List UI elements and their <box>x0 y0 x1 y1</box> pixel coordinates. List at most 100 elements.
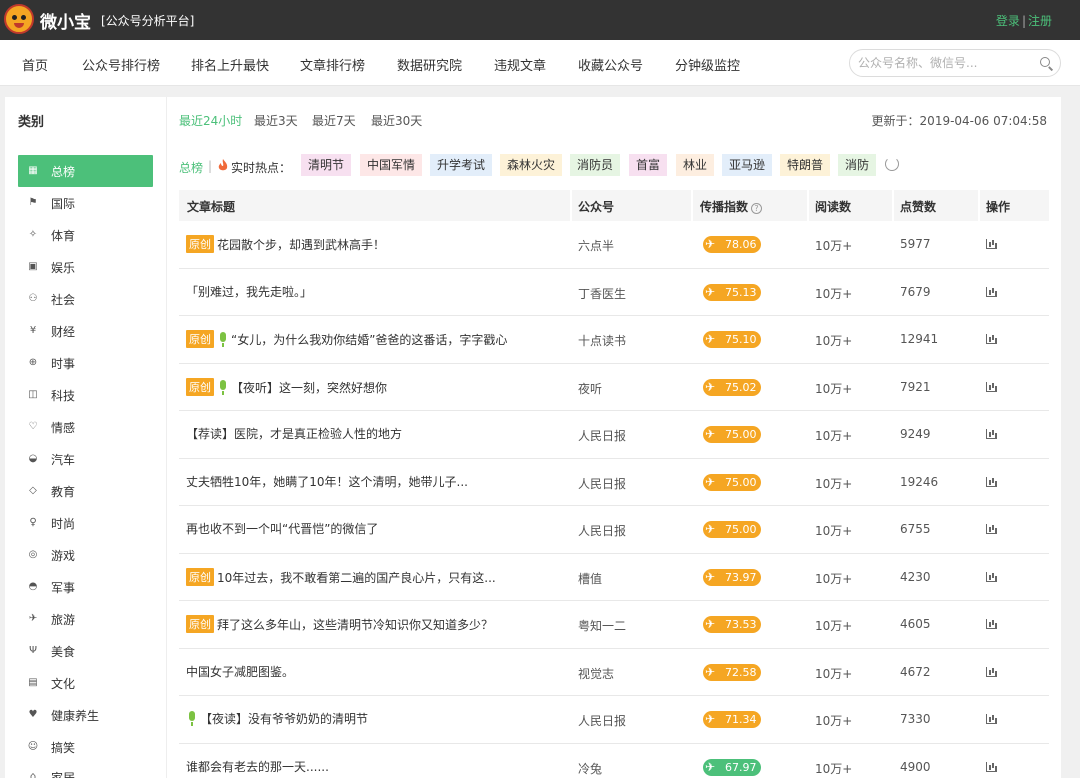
nav-minute-monitor[interactable]: 分钟级监控 <box>675 55 740 74</box>
hot-tag[interactable]: 消防员 <box>570 154 621 176</box>
category-culture[interactable]: ▤ 文化 <box>18 667 153 699</box>
chart-icon[interactable] <box>986 666 997 677</box>
chart-icon[interactable] <box>986 714 997 724</box>
account-name[interactable]: 人民日报 <box>578 427 626 444</box>
article-title[interactable]: 丈夫牺牲10年，她瞒了10年！这个清明，她带儿子... <box>186 475 468 489</box>
nav-account-ranking[interactable]: 公众号排行榜 <box>82 55 160 74</box>
hot-tag[interactable]: 森林火灾 <box>500 154 563 176</box>
help-icon[interactable]: ? <box>751 203 763 214</box>
article-title[interactable]: 「别难过，我先走啦。」 <box>186 285 312 299</box>
nav-favorite-accounts[interactable]: 收藏公众号 <box>578 55 643 74</box>
article-title-cell[interactable]: 中国女子减肥图鉴。 <box>186 663 294 680</box>
article-title-cell[interactable]: 原创 花园散个步，却遇到武林高手！ <box>186 235 385 253</box>
article-title[interactable]: 拜了这么多年山，这些清明节冷知识你又知道多少？ <box>217 618 493 632</box>
nav-violation-articles[interactable]: 违规文章 <box>494 55 546 74</box>
account-name[interactable]: 六点半 <box>578 237 614 254</box>
chart-icon[interactable] <box>986 761 997 772</box>
header-spread[interactable]: 传播指数? <box>700 198 763 215</box>
article-title[interactable]: 谁都会有老去的那一天...... <box>186 760 329 774</box>
article-title-cell[interactable]: 【夜读】没有爷爷奶奶的清明节 <box>186 710 368 727</box>
search-input[interactable] <box>858 54 1038 72</box>
article-title[interactable]: “女儿，为什么我劝你结婚”爸爸的这番话，字字戳心 <box>231 333 507 347</box>
range-7d[interactable]: 最近7天 <box>312 112 356 129</box>
chart-icon[interactable] <box>986 286 997 297</box>
category-games[interactable]: ◎ 游戏 <box>18 539 153 571</box>
category-health[interactable]: ♥ 健康养生 <box>18 699 153 731</box>
account-name[interactable]: 人民日报 <box>578 522 626 539</box>
category-funny[interactable]: ☺ 搞笑 <box>18 731 153 763</box>
category-society[interactable]: ⚇ 社会 <box>18 283 153 315</box>
account-name[interactable]: 夜听 <box>578 380 602 397</box>
article-title-cell[interactable]: 原创 10年过去，我不敢看第二遍的国产良心片，只有这... <box>186 567 496 586</box>
article-title-cell[interactable]: 「别难过，我先走啦。」 <box>186 283 312 300</box>
category-emotion[interactable]: ♡ 情感 <box>18 411 153 443</box>
range-24h[interactable]: 最近24小时 <box>179 112 242 129</box>
hot-tag[interactable]: 亚马逊 <box>722 154 773 176</box>
nav-article-ranking[interactable]: 文章排行榜 <box>300 55 365 74</box>
chart-icon[interactable] <box>986 429 997 439</box>
account-name[interactable]: 槽值 <box>578 570 602 587</box>
hot-tag[interactable]: 清明节 <box>301 154 352 176</box>
login-link[interactable]: 登录 <box>996 14 1020 28</box>
category-entertainment[interactable]: ▣ 娱乐 <box>18 251 153 283</box>
hot-tag[interactable]: 特朗普 <box>780 154 831 176</box>
article-title-cell[interactable]: 谁都会有老去的那一天...... <box>186 758 329 775</box>
category-fashion[interactable]: ♀ 时尚 <box>18 507 153 539</box>
nav-fastest-rising[interactable]: 排名上升最快 <box>191 55 269 74</box>
article-title-cell[interactable]: 原创 “女儿，为什么我劝你结婚”爸爸的这番话，字字戳心 <box>186 330 507 348</box>
chart-icon[interactable] <box>986 381 997 392</box>
hot-tag[interactable]: 林业 <box>676 154 715 176</box>
account-name[interactable]: 人民日报 <box>578 712 626 729</box>
hot-tag[interactable]: 首富 <box>629 154 668 176</box>
heart-icon: ♡ <box>28 421 38 432</box>
article-title[interactable]: 花园散个步，却遇到武林高手！ <box>217 238 385 252</box>
article-title[interactable]: 【夜读】没有爷爷奶奶的清明节 <box>200 712 368 726</box>
account-name[interactable]: 冷兔 <box>578 760 602 777</box>
logo-mascot-icon[interactable] <box>4 4 34 34</box>
account-name[interactable]: 十点读书 <box>578 332 626 349</box>
chart-icon[interactable] <box>986 571 997 582</box>
category-international[interactable]: ⚑ 国际 <box>18 187 153 219</box>
chart-icon[interactable] <box>986 524 997 534</box>
category-overall[interactable]: ▦ 总榜 <box>18 155 153 187</box>
range-3d[interactable]: 最近3天 <box>254 112 298 129</box>
article-title-cell[interactable]: 丈夫牺牲10年，她瞒了10年！这个清明，她带儿子... <box>186 473 468 490</box>
hot-tag[interactable]: 升学考试 <box>430 154 493 176</box>
nav-home[interactable]: 首页 <box>22 55 48 74</box>
article-title[interactable]: 【荐读】医院，才是真正检验人性的地方 <box>186 427 402 441</box>
category-military[interactable]: ◓ 军事 <box>18 571 153 603</box>
chart-icon[interactable] <box>986 619 997 629</box>
category-auto[interactable]: ◒ 汽车 <box>18 443 153 475</box>
account-name[interactable]: 视觉志 <box>578 665 614 682</box>
account-name[interactable]: 粤知一二 <box>578 617 626 634</box>
account-name[interactable]: 人民日报 <box>578 475 626 492</box>
chart-icon[interactable] <box>986 239 997 249</box>
category-sports[interactable]: ✧ 体育 <box>18 219 153 251</box>
nav-data-institute[interactable]: 数据研究院 <box>397 55 462 74</box>
hot-tag[interactable]: 消防 <box>838 154 877 176</box>
article-title[interactable]: 10年过去，我不敢看第二遍的国产良心片，只有这... <box>217 571 496 585</box>
account-name[interactable]: 丁香医生 <box>578 285 626 302</box>
refresh-icon[interactable] <box>885 157 899 171</box>
category-current-affairs[interactable]: ⊕ 时事 <box>18 347 153 379</box>
hot-tag[interactable]: 中国军情 <box>360 154 423 176</box>
chart-icon[interactable] <box>986 334 997 344</box>
category-finance[interactable]: ¥ 财经 <box>18 315 153 347</box>
chart-icon[interactable] <box>986 476 997 487</box>
category-travel[interactable]: ✈ 旅游 <box>18 603 153 635</box>
category-home[interactable]: ⌂ 家居 <box>18 761 153 778</box>
article-title[interactable]: 【夜听】这一刻，突然好想你 <box>231 381 387 395</box>
range-30d[interactable]: 最近30天 <box>371 112 422 129</box>
article-title-cell[interactable]: 原创 拜了这么多年山，这些清明节冷知识你又知道多少？ <box>186 615 493 633</box>
register-link[interactable]: 注册 <box>1028 14 1052 28</box>
article-title-cell[interactable]: 原创 【夜听】这一刻，突然好想你 <box>186 377 387 396</box>
article-title[interactable]: 中国女子减肥图鉴。 <box>186 665 294 679</box>
category-education[interactable]: ◇ 教育 <box>18 475 153 507</box>
category-technology[interactable]: ◫ 科技 <box>18 379 153 411</box>
search-icon[interactable] <box>1040 57 1050 67</box>
category-food[interactable]: Ψ 美食 <box>18 635 153 667</box>
article-title-cell[interactable]: 【荐读】医院，才是真正检验人性的地方 <box>186 425 402 442</box>
brand-name[interactable]: 微小宝 <box>40 8 91 33</box>
article-title[interactable]: 再也收不到一个叫“代晋恺”的微信了 <box>186 522 378 536</box>
article-title-cell[interactable]: 再也收不到一个叫“代晋恺”的微信了 <box>186 520 378 537</box>
